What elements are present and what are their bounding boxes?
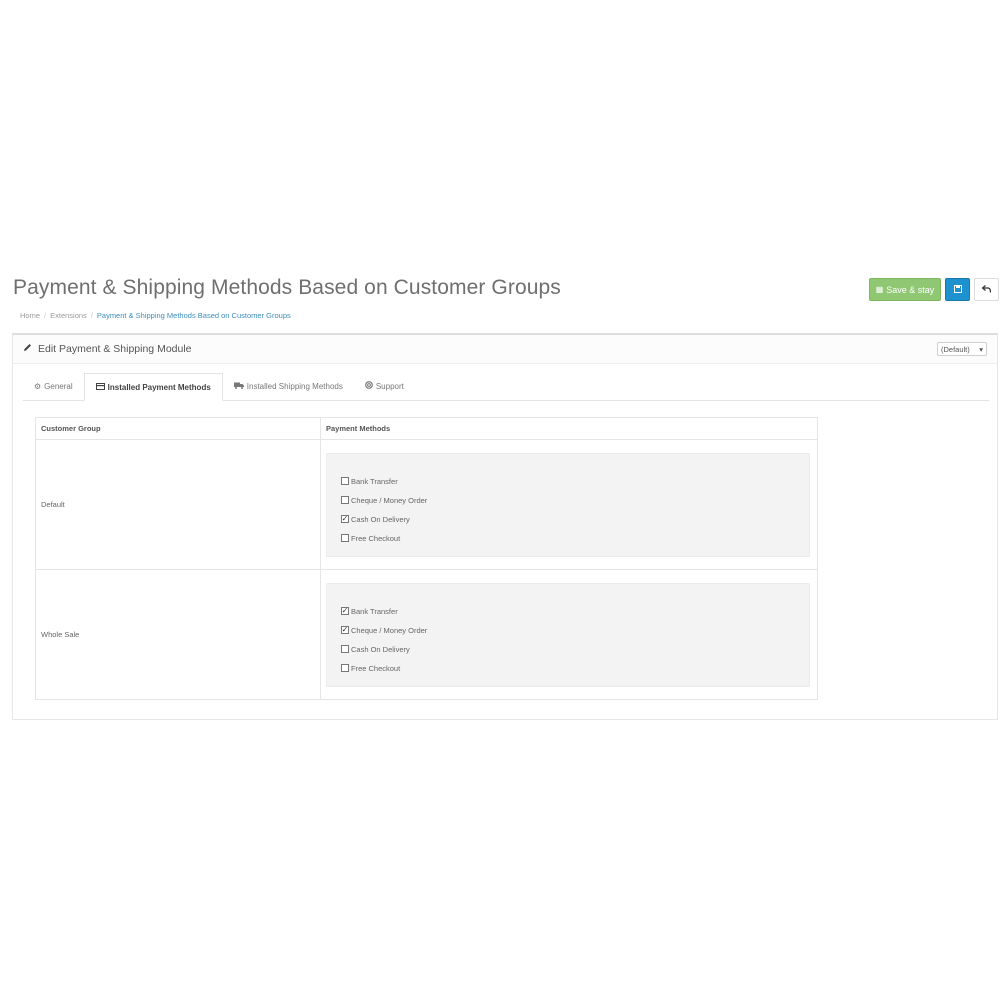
tab-support[interactable]: Support — [354, 373, 415, 399]
table-row: Default Bank Transfer Cheque / Money Ord… — [35, 439, 818, 570]
reply-icon — [981, 284, 992, 295]
pencil-icon — [23, 343, 32, 355]
panel-title-text: Edit Payment & Shipping Module — [38, 343, 192, 355]
payment-method-option[interactable]: Free Checkout — [341, 529, 809, 548]
checkbox[interactable] — [341, 496, 349, 504]
back-button[interactable] — [974, 278, 999, 301]
customer-group-name: Default — [35, 439, 321, 570]
payment-methods-list: Bank Transfer Cheque / Money Order ✓ Cas… — [326, 452, 810, 557]
column-header-payment-methods: Payment Methods — [320, 417, 818, 440]
breadcrumb-current[interactable]: Payment & Shipping Methods Based on Cust… — [97, 311, 291, 320]
header-actions: ▦ Save & stay — [869, 278, 999, 301]
page-title: Payment & Shipping Methods Based on Cust… — [13, 276, 561, 299]
tab-installed-shipping-methods[interactable]: Installed Shipping Methods — [223, 373, 354, 399]
payment-method-label: Free Checkout — [351, 533, 401, 543]
payment-method-option[interactable]: Free Checkout — [341, 659, 809, 678]
table-header-row: Customer Group Payment Methods — [35, 417, 818, 440]
support-icon — [364, 381, 373, 391]
panel-title: Edit Payment & Shipping Module — [23, 343, 192, 355]
cogs-icon: ⚙ — [34, 381, 42, 391]
save-button[interactable] — [945, 278, 970, 301]
payment-method-label: Cash On Delivery — [351, 644, 410, 654]
breadcrumb-separator: / — [90, 311, 93, 320]
tab-installed-payment-methods-label: Installed Payment Methods — [107, 382, 211, 392]
save-and-stay-label: Save & stay — [886, 284, 935, 295]
payment-methods-cell: ✓ Bank Transfer ✓ Cheque / Money Order C… — [320, 569, 818, 700]
store-select[interactable]: (Default) ▾ — [937, 342, 987, 356]
payment-methods-list: ✓ Bank Transfer ✓ Cheque / Money Order C… — [326, 582, 810, 687]
edit-module-panel: Edit Payment & Shipping Module (Default)… — [12, 333, 998, 720]
save-and-stay-button[interactable]: ▦ Save & stay — [869, 278, 941, 301]
truck-icon — [233, 382, 244, 391]
column-header-customer-group: Customer Group — [35, 417, 321, 440]
tab-installed-shipping-methods-label: Installed Shipping Methods — [246, 381, 343, 391]
customer-group-table: Customer Group Payment Methods Default B… — [35, 417, 818, 700]
checkbox[interactable] — [341, 664, 349, 672]
payment-method-label: Cheque / Money Order — [351, 625, 428, 635]
tabs: ⚙ General Installed Payment Methods Inst… — [23, 373, 989, 401]
checkbox[interactable] — [341, 477, 349, 485]
tab-support-label: Support — [375, 381, 404, 391]
payment-methods-cell: Bank Transfer Cheque / Money Order ✓ Cas… — [320, 439, 818, 570]
table-row: Whole Sale ✓ Bank Transfer ✓ Cheque / Mo… — [35, 569, 818, 700]
tab-general[interactable]: ⚙ General — [23, 373, 84, 399]
payment-method-option[interactable]: Cash On Delivery — [341, 640, 809, 659]
breadcrumb: Home / Extensions / Payment & Shipping M… — [20, 311, 291, 320]
payment-method-option[interactable]: Bank Transfer — [341, 472, 809, 491]
payment-method-option[interactable]: ✓ Cash On Delivery — [341, 510, 809, 529]
panel-heading: Edit Payment & Shipping Module (Default)… — [13, 335, 997, 364]
checkbox[interactable] — [341, 645, 349, 653]
tab-installed-payment-methods[interactable]: Installed Payment Methods — [83, 373, 223, 401]
chevron-down-icon: ▾ — [979, 344, 983, 354]
payment-method-option[interactable]: ✓ Bank Transfer — [341, 602, 809, 621]
page: Payment & Shipping Methods Based on Cust… — [0, 0, 1000, 1000]
tab-general-label: General — [44, 381, 73, 391]
save-icon — [953, 284, 962, 295]
save-icon: ▦ — [875, 285, 884, 294]
checkbox-checked[interactable]: ✓ — [341, 626, 349, 634]
checkbox-checked[interactable]: ✓ — [341, 515, 349, 523]
credit-card-icon — [95, 382, 105, 392]
payment-method-label: Cheque / Money Order — [351, 495, 428, 505]
payment-method-label: Cash On Delivery — [351, 514, 410, 524]
breadcrumb-separator: / — [44, 311, 47, 320]
payment-method-label: Free Checkout — [351, 663, 401, 673]
checkbox-checked[interactable]: ✓ — [341, 607, 349, 615]
payment-method-label: Bank Transfer — [351, 476, 398, 486]
breadcrumb-home[interactable]: Home — [20, 311, 40, 320]
customer-group-name: Whole Sale — [35, 569, 321, 700]
payment-method-option[interactable]: Cheque / Money Order — [341, 491, 809, 510]
payment-method-label: Bank Transfer — [351, 606, 398, 616]
checkbox[interactable] — [341, 534, 349, 542]
store-select-value: (Default) — [941, 344, 970, 354]
breadcrumb-extensions[interactable]: Extensions — [50, 311, 87, 320]
payment-method-option[interactable]: ✓ Cheque / Money Order — [341, 621, 809, 640]
